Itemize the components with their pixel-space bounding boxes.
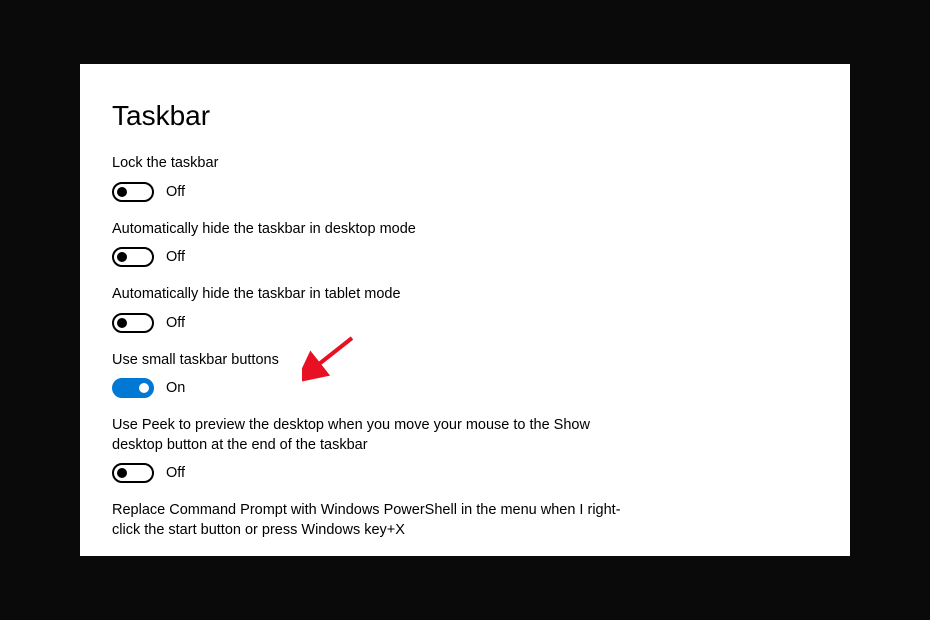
toggle-use-peek[interactable] xyxy=(112,463,154,483)
toggle-small-taskbar-buttons[interactable] xyxy=(112,378,154,398)
setting-label: Use Peek to preview the desktop when you… xyxy=(112,416,632,455)
setting-lock-taskbar: Lock the taskbar Off xyxy=(112,154,818,202)
toggle-row: Off xyxy=(112,182,818,202)
setting-auto-hide-tablet: Automatically hide the taskbar in tablet… xyxy=(112,285,818,333)
toggle-state-label: Off xyxy=(166,465,185,481)
setting-label: Automatically hide the taskbar in tablet… xyxy=(112,285,632,305)
setting-label: Use small taskbar buttons xyxy=(112,351,632,371)
toggle-state-label: Off xyxy=(166,315,185,331)
setting-auto-hide-desktop: Automatically hide the taskbar in deskto… xyxy=(112,220,818,268)
toggle-state-label: On xyxy=(166,380,185,396)
settings-panel: Taskbar Lock the taskbar Off Automatically… xyxy=(80,64,850,556)
settings-list: Lock the taskbar Off Automatically hide th… xyxy=(112,154,818,541)
toggle-row: On xyxy=(112,378,818,398)
toggle-lock-taskbar[interactable] xyxy=(112,182,154,202)
toggle-row: Off xyxy=(112,313,818,333)
toggle-row: Off xyxy=(112,247,818,267)
toggle-row: Off xyxy=(112,463,818,483)
setting-label: Automatically hide the taskbar in deskto… xyxy=(112,220,632,240)
setting-small-taskbar-buttons: Use small taskbar buttons On xyxy=(112,351,818,399)
setting-label: Replace Command Prompt with Windows Powe… xyxy=(112,501,632,540)
toggle-state-label: Off xyxy=(166,249,185,265)
setting-label: Lock the taskbar xyxy=(112,154,632,174)
toggle-state-label: Off xyxy=(166,184,185,200)
setting-use-peek: Use Peek to preview the desktop when you… xyxy=(112,416,818,483)
toggle-auto-hide-tablet[interactable] xyxy=(112,313,154,333)
setting-replace-cmd-powershell: Replace Command Prompt with Windows Powe… xyxy=(112,501,818,540)
toggle-auto-hide-desktop[interactable] xyxy=(112,247,154,267)
page-title: Taskbar xyxy=(112,100,818,132)
